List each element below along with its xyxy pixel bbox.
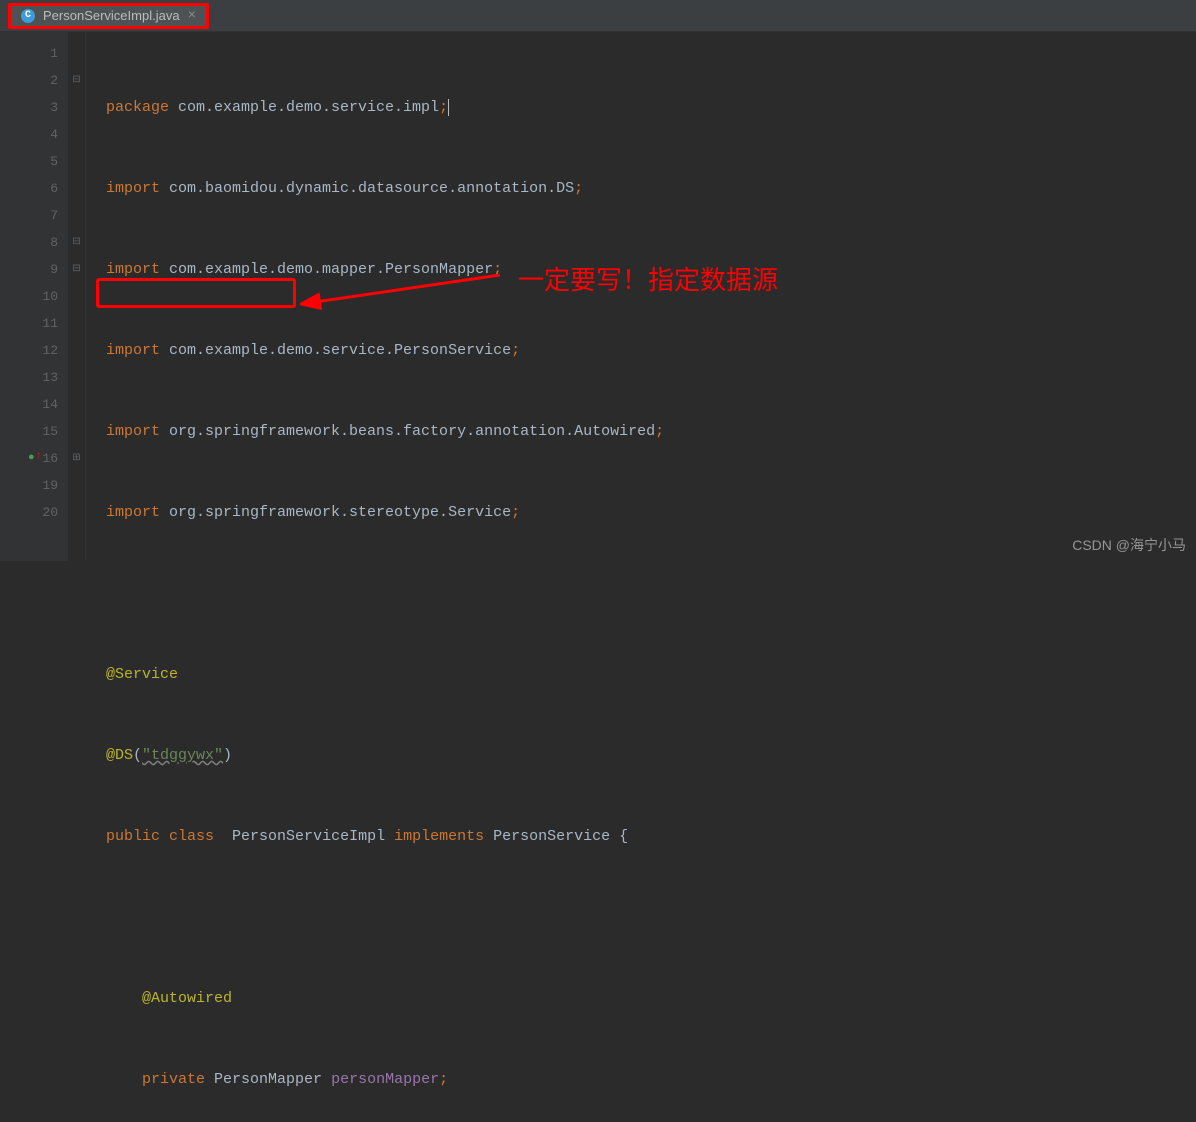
code-line: import com.example.demo.mapper.PersonMap… (106, 256, 888, 283)
code-line: @Autowired (106, 985, 888, 1012)
line-gutter: 1 2 3 4 5 6 7 8 9 10 11 12 13 14 15 ●16 … (0, 32, 68, 561)
code-line: public class PersonServiceImpl implement… (106, 823, 888, 850)
java-class-icon: C (21, 9, 35, 23)
code-line: import com.baomidou.dynamic.datasource.a… (106, 175, 888, 202)
fold-icon[interactable]: ⊟ (68, 67, 85, 94)
watermark: CSDN @海宁小马 (1072, 535, 1186, 555)
file-tab[interactable]: C PersonServiceImpl.java × (8, 3, 209, 29)
code-area[interactable]: package com.example.demo.service.impl; i… (86, 32, 888, 561)
code-line: package com.example.demo.service.impl; (106, 94, 888, 121)
close-icon[interactable]: × (188, 8, 196, 24)
fold-icon[interactable]: ⊟ (68, 229, 85, 256)
code-line: @DS("tdggywx") (106, 742, 888, 769)
code-line: import org.springframework.beans.factory… (106, 418, 888, 445)
code-editor[interactable]: 1 2 3 4 5 6 7 8 9 10 11 12 13 14 15 ●16 … (0, 32, 1196, 561)
run-gutter-icon[interactable]: ● (28, 445, 41, 472)
tab-filename: PersonServiceImpl.java (43, 8, 180, 23)
fold-column: ⊟ ⊟⊟ ⊞ (68, 32, 86, 561)
code-line: import org.springframework.stereotype.Se… (106, 499, 888, 526)
tab-bar: C PersonServiceImpl.java × (0, 0, 1196, 32)
code-line: private PersonMapper personMapper; (106, 1066, 888, 1093)
code-line: @Service (106, 661, 888, 688)
fold-icon[interactable]: ⊞ (68, 445, 85, 472)
code-line: import com.example.demo.service.PersonSe… (106, 337, 888, 364)
fold-icon[interactable]: ⊟ (68, 256, 85, 283)
